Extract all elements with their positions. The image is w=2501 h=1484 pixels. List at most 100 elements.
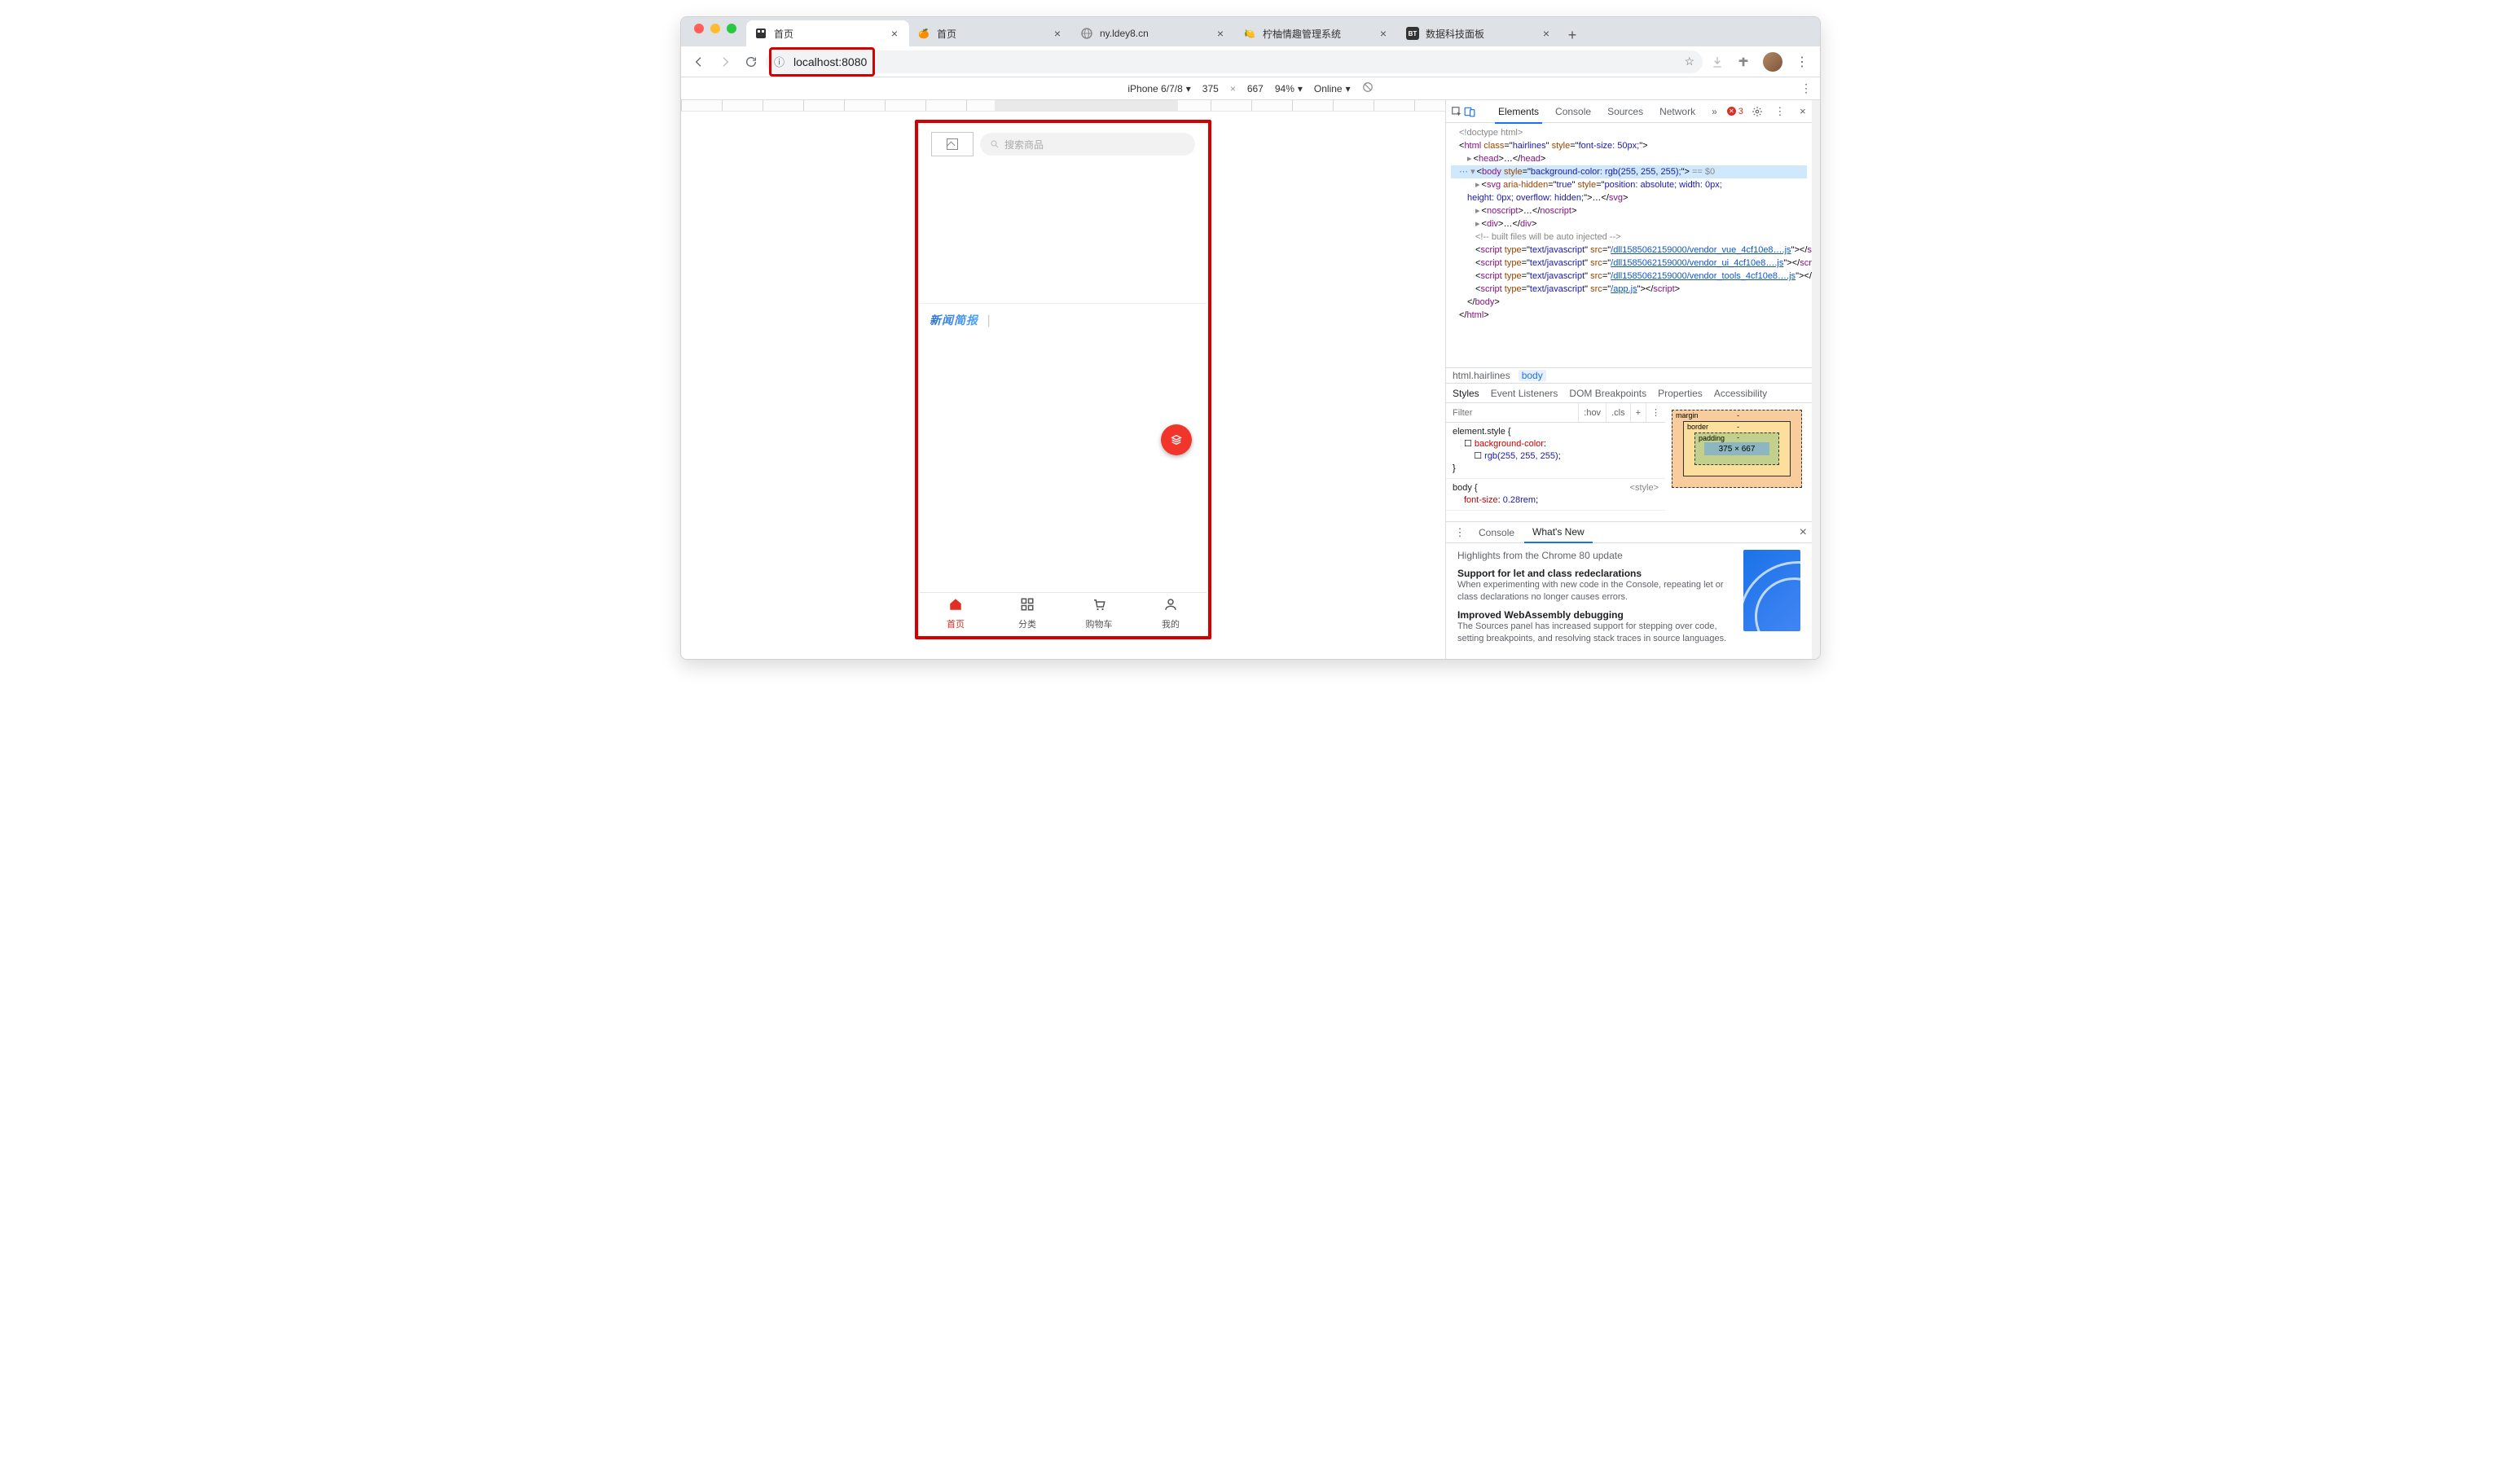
close-window-icon[interactable] — [694, 24, 704, 33]
subtab-styles[interactable]: Styles — [1453, 388, 1479, 399]
cls-button[interactable]: .cls — [1606, 403, 1630, 422]
box-margin-label: margin — [1676, 411, 1699, 419]
rotate-icon[interactable] — [1362, 81, 1374, 95]
floating-action-button[interactable] — [1161, 424, 1192, 455]
devtools-drawer: ⋮ Console What's New × Highlights from t… — [1446, 522, 1812, 659]
dom-node[interactable]: <html class="hairlines" style="font-size… — [1451, 139, 1807, 152]
drawer-menu-icon[interactable]: ⋮ — [1451, 524, 1469, 542]
tab-profile[interactable]: 我的 — [1135, 593, 1207, 634]
browser-tab-0[interactable]: 首页 × — [746, 20, 909, 46]
subtab-listeners[interactable]: Event Listeners — [1491, 388, 1558, 399]
tab-title: 首页 — [774, 27, 881, 41]
browser-tab-3[interactable]: 🍋 柠柚情趣管理系统 × — [1235, 20, 1398, 46]
layers-icon — [1170, 433, 1183, 446]
browser-tab-1[interactable]: 🍊 首页 × — [909, 20, 1072, 46]
styles-menu-icon[interactable]: ⋮ — [1646, 403, 1665, 422]
tab-more[interactable]: » — [1703, 100, 1725, 123]
tab-title: 柠柚情趣管理系统 — [1263, 27, 1370, 41]
close-drawer-icon[interactable]: × — [1800, 525, 1807, 540]
close-tab-icon[interactable]: × — [1051, 27, 1064, 40]
tab-sources[interactable]: Sources — [1599, 100, 1651, 123]
address-bar[interactable] — [766, 50, 1703, 73]
tab-title: 首页 — [937, 27, 1044, 41]
css-rule[interactable]: <style> body { font-size: 0.28rem; — [1446, 479, 1665, 511]
styles-area: :hov .cls + ⋮ element.style { ☐ backgrou… — [1446, 403, 1812, 522]
dom-node[interactable]: ▸<noscript>…</noscript> — [1451, 204, 1807, 217]
whatsnew-item-title[interactable]: Improved WebAssembly debugging — [1457, 609, 1732, 621]
close-tab-icon[interactable]: × — [888, 27, 901, 40]
dom-tree[interactable]: <!doctype html> <html class="hairlines" … — [1446, 123, 1812, 367]
tab-network[interactable]: Network — [1651, 100, 1703, 123]
dom-node[interactable]: </html> — [1451, 309, 1807, 322]
drawer-tab-whatsnew[interactable]: What's New — [1524, 522, 1593, 543]
forward-button[interactable] — [714, 50, 736, 73]
dom-node[interactable]: <script type="text/javascript" src="/app… — [1451, 283, 1807, 296]
extension-icon[interactable] — [1732, 50, 1755, 73]
device-select[interactable]: iPhone 6/7/8 ▾ — [1127, 83, 1190, 94]
dom-node[interactable]: </body> — [1451, 296, 1807, 309]
main-split: 搜索商品 新闻简报 | — [681, 100, 1820, 659]
hov-button[interactable]: :hov — [1578, 403, 1606, 422]
new-rule-button[interactable]: + — [1630, 403, 1646, 422]
subtab-dombp[interactable]: DOM Breakpoints — [1569, 388, 1646, 399]
device-width[interactable]: 375 — [1202, 83, 1219, 94]
device-height[interactable]: 667 — [1247, 83, 1264, 94]
browser-menu-icon[interactable]: ⋮ — [1791, 50, 1813, 73]
dom-node: height: 0px; overflow: hidden;">…</svg> — [1451, 191, 1807, 204]
search-input[interactable]: 搜索商品 — [980, 133, 1195, 156]
bookmark-star-icon[interactable]: ☆ — [1684, 55, 1694, 68]
grid-icon — [1020, 597, 1035, 616]
dom-node[interactable]: <script type="text/javascript" src="/dll… — [1451, 270, 1807, 283]
close-tab-icon[interactable]: × — [1540, 27, 1553, 40]
close-tab-icon[interactable]: × — [1377, 27, 1390, 40]
error-count-badge[interactable]: ✕3 — [1727, 107, 1743, 116]
whatsnew-item-title[interactable]: Support for let and class redeclarations — [1457, 568, 1732, 579]
crumb-item[interactable]: html.hairlines — [1453, 370, 1510, 381]
css-rule[interactable]: element.style { ☐ background-color: ☐ rg… — [1446, 423, 1665, 479]
toggle-device-toolbar-icon[interactable] — [1464, 103, 1475, 121]
back-button[interactable] — [688, 50, 710, 73]
devtools-menu-icon[interactable]: ⋮ — [1771, 103, 1789, 121]
subtab-props[interactable]: Properties — [1658, 388, 1703, 399]
downloads-icon[interactable] — [1706, 50, 1729, 73]
divider-icon: | — [987, 314, 990, 327]
close-tab-icon[interactable]: × — [1214, 27, 1227, 40]
tab-console[interactable]: Console — [1547, 100, 1599, 123]
whatsnew-item-desc: The Sources panel has increased support … — [1457, 621, 1732, 646]
tab-label: 我的 — [1162, 617, 1180, 630]
dom-node-selected[interactable]: ⋯ ▾<body style="background-color: rgb(25… — [1451, 165, 1807, 178]
styles-filter-input[interactable] — [1446, 408, 1578, 418]
tab-cart[interactable]: 购物车 — [1063, 593, 1135, 634]
profile-avatar[interactable] — [1763, 52, 1782, 72]
tab-category[interactable]: 分类 — [991, 593, 1063, 634]
tab-elements[interactable]: Elements — [1490, 100, 1547, 123]
app-header: 搜索商品 — [920, 125, 1207, 164]
scrollbar[interactable] — [1812, 100, 1820, 659]
new-tab-button[interactable]: + — [1561, 24, 1584, 46]
dom-node[interactable]: <!doctype html> — [1451, 126, 1807, 139]
dom-node[interactable]: <script type="text/javascript" src="/dll… — [1451, 244, 1807, 257]
browser-tab-2[interactable]: ny.ldey8.cn × — [1072, 20, 1235, 46]
crumb-item-active[interactable]: body — [1519, 370, 1546, 381]
inspect-element-icon[interactable] — [1451, 103, 1462, 121]
zoom-select[interactable]: 94% ▾ — [1275, 83, 1303, 94]
subtab-a11y[interactable]: Accessibility — [1714, 388, 1767, 399]
device-toolbar-menu[interactable]: ⋮ — [1800, 81, 1812, 95]
maximize-window-icon[interactable] — [727, 24, 736, 33]
dom-node-comment[interactable]: <!-- built files will be auto injected -… — [1451, 231, 1807, 244]
search-placeholder: 搜索商品 — [1004, 138, 1044, 151]
dom-node[interactable]: ▸<div>…</div> — [1451, 217, 1807, 231]
dropdown-icon: ▾ — [1186, 83, 1191, 94]
close-devtools-icon[interactable]: × — [1794, 103, 1812, 121]
browser-tab-4[interactable]: BT 数据科技面板 × — [1398, 20, 1561, 46]
drawer-tab-console[interactable]: Console — [1470, 522, 1523, 543]
throttle-select[interactable]: Online ▾ — [1314, 83, 1351, 94]
reload-button[interactable] — [740, 50, 763, 73]
dom-node[interactable]: ▸<head>…</head> — [1451, 152, 1807, 165]
tab-home[interactable]: 首页 — [920, 593, 991, 634]
minimize-window-icon[interactable] — [710, 24, 720, 33]
dom-node[interactable]: ▸<svg aria-hidden="true" style="position… — [1451, 178, 1807, 191]
site-info-icon[interactable]: ⓘ — [774, 54, 785, 69]
dom-node[interactable]: <script type="text/javascript" src="/dll… — [1451, 257, 1807, 270]
settings-icon[interactable] — [1748, 103, 1766, 121]
